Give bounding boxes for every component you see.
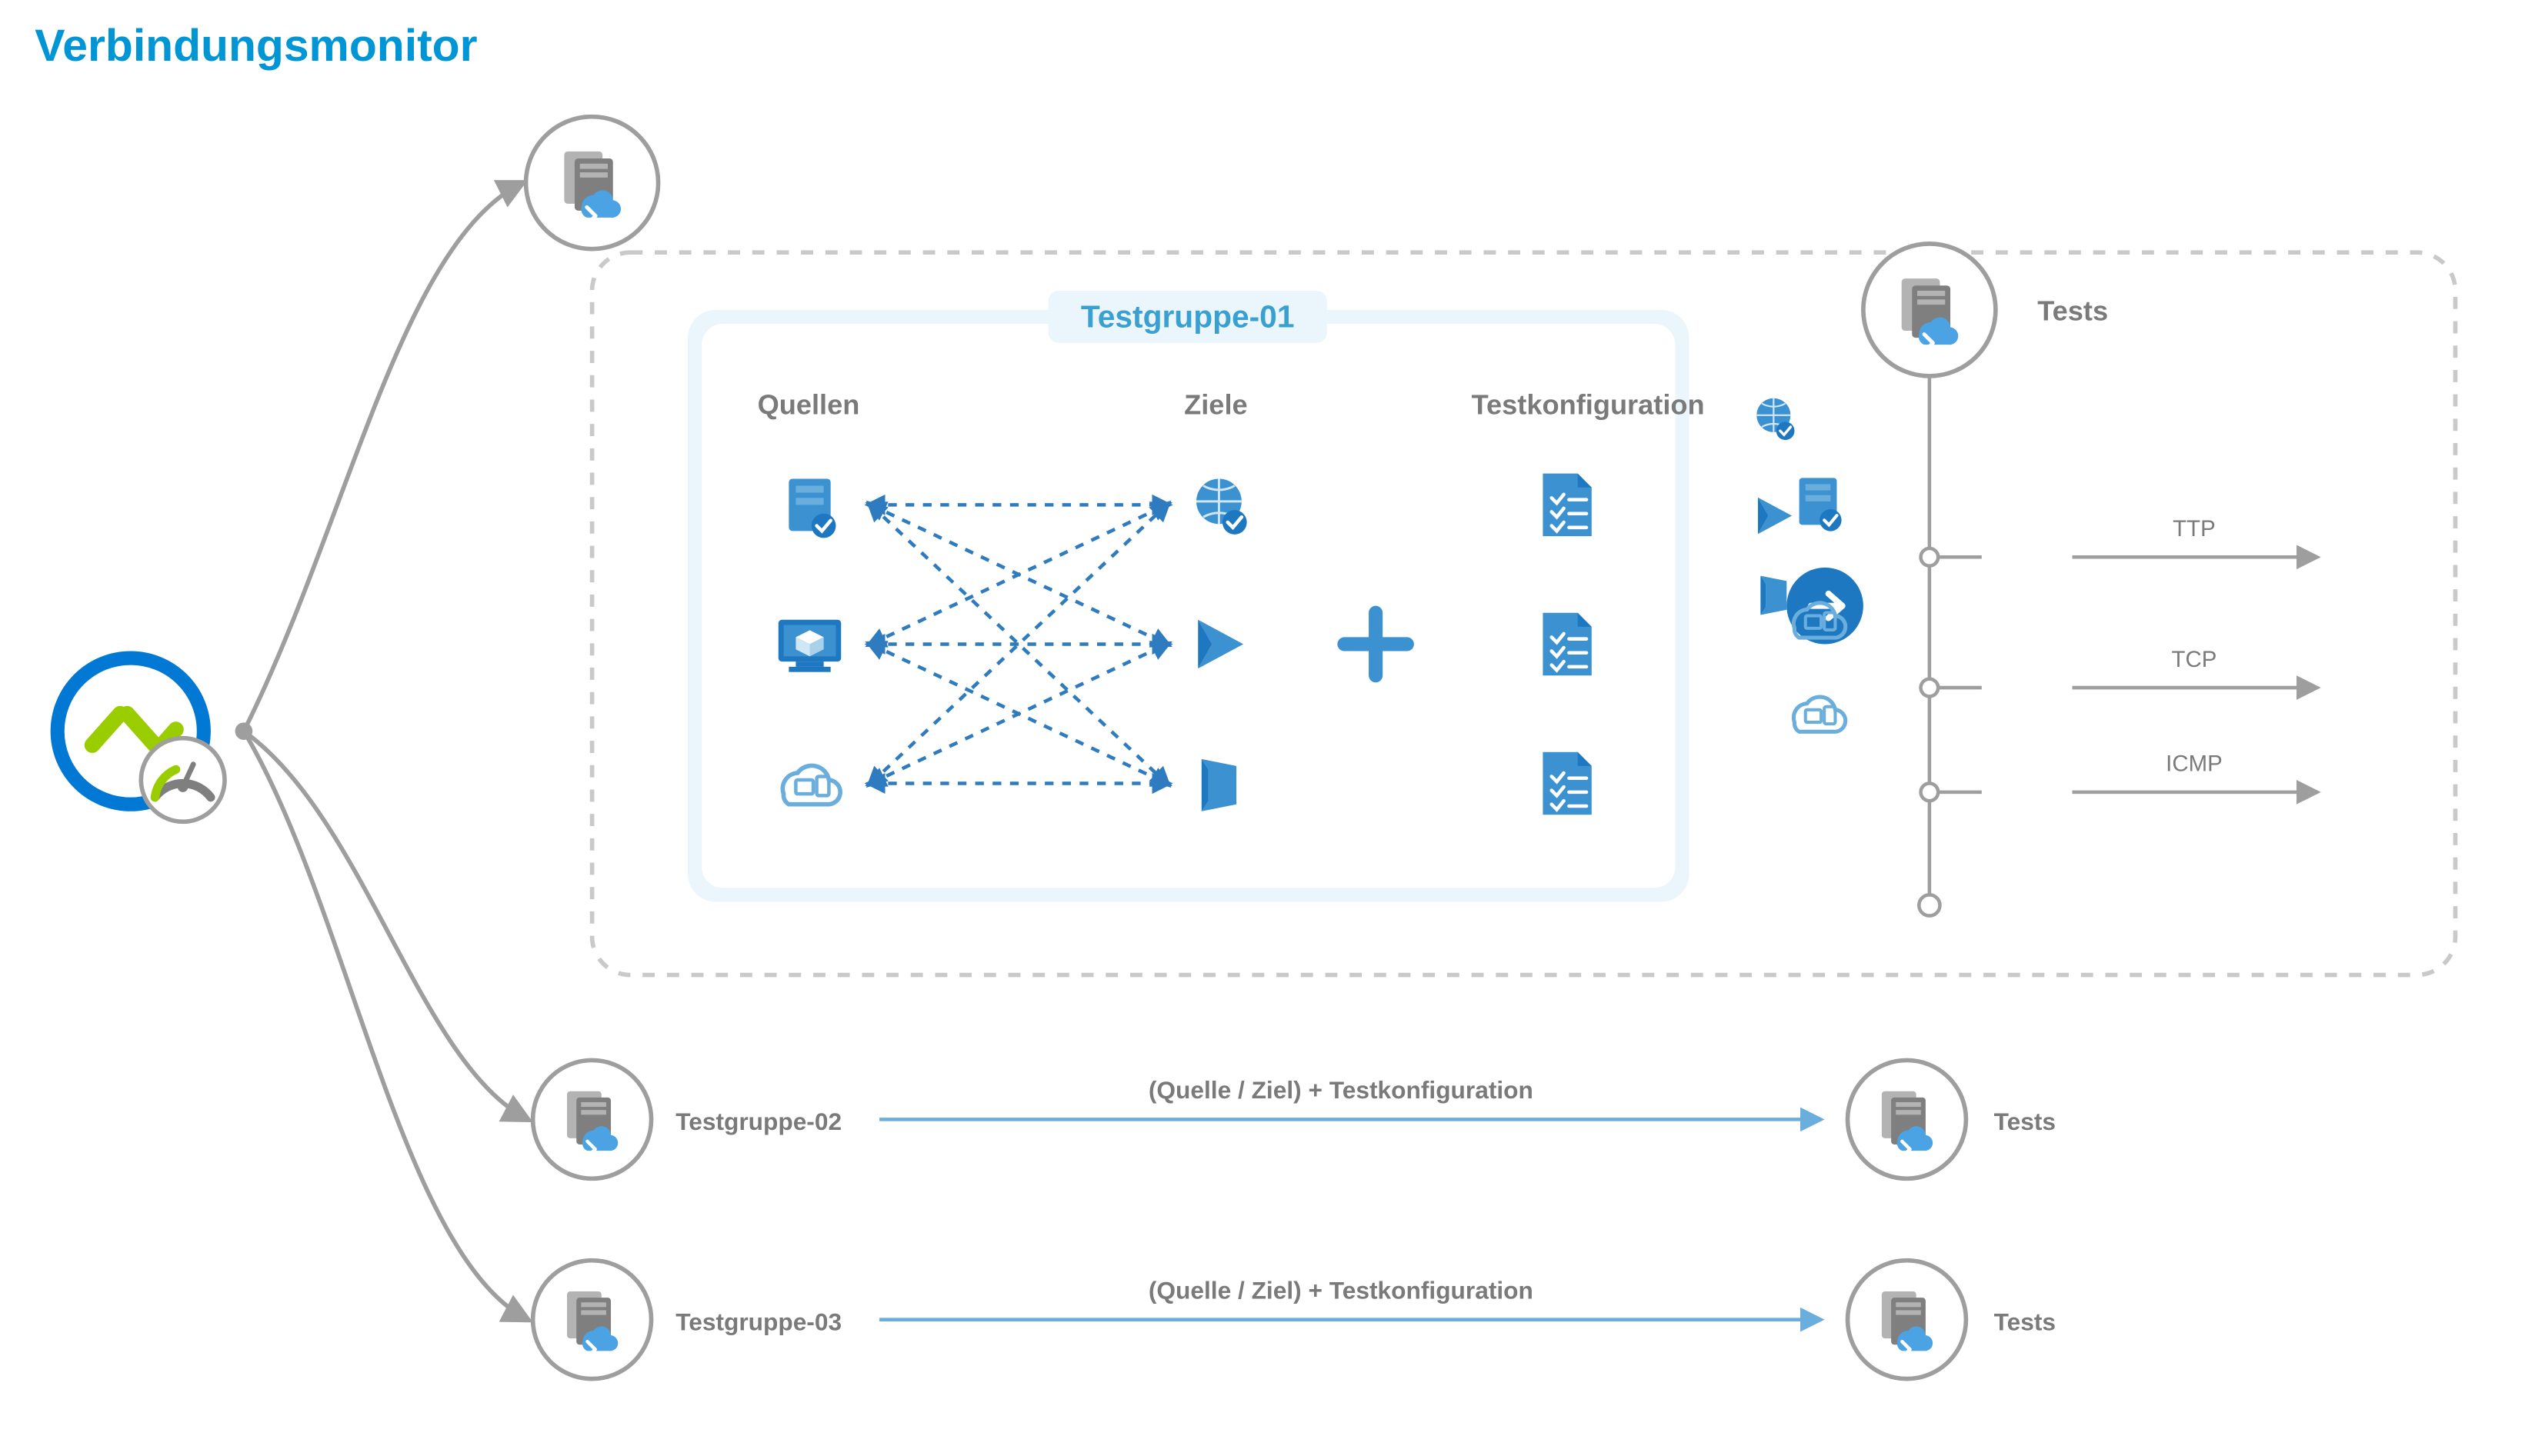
spine-end-dot [1919,895,1940,915]
targets-label: Ziele [1184,389,1248,421]
protocol-label-3: ICMP [2166,751,2223,777]
source-server-icon [789,478,836,538]
testgroup3-tests-label: Tests [1994,1308,2056,1335]
config-label: Testkonfiguration [1472,389,1705,421]
testgroup-2-row: Testgruppe-02 (Quelle / Ziel) + Testkonf… [533,1060,2056,1178]
testgroup2-tests-label: Tests [1994,1108,2056,1135]
diagram-canvas: Verbindungsmonitor Testgruppe-01 Quellen… [0,0,2525,1428]
testconfig-3-icon [1543,752,1591,815]
testgroup2-formula: (Quelle / Ziel) + Testkonfiguration [1149,1076,1533,1104]
test-target-globe-icon [1756,398,1794,440]
testgroup2-label: Testgruppe-02 [675,1108,842,1135]
protocol-label-1: TTP [2173,516,2216,541]
testgroup-1: Testgruppe-01 Quellen Ziele Testkonfigur… [526,117,2456,975]
test-source-cloud-icon [1793,697,1845,731]
branch-to-group3 [244,731,528,1320]
sources-label: Quellen [758,389,860,421]
arrow-right-circle-icon [1786,568,1863,645]
testgroup3-label: Testgruppe-03 [675,1308,842,1335]
testconfig-1-icon [1543,474,1591,536]
branch-to-group1 [244,183,522,731]
test-source-server-icon [1800,478,1842,531]
test-row-1: TTP [1756,398,2316,566]
target-office-icon [1202,759,1236,811]
testgroup1-title: Testgruppe-01 [1081,299,1295,335]
connection-monitor-icon [58,658,225,822]
page-title: Verbindungsmonitor [35,21,477,71]
branch-to-group2 [244,731,528,1120]
protocol-label-2: TCP [2172,647,2217,672]
testgroup-3-row: Testgruppe-03 (Quelle / Ziel) + Testkonf… [533,1261,2056,1379]
test-target-office-icon [1760,576,1786,615]
testgroup3-formula: (Quelle / Ziel) + Testkonfiguration [1149,1277,1533,1304]
tests-label: Tests [2037,295,2108,326]
test-target-dynamics-icon [1758,498,1792,535]
testconfig-2-icon [1543,613,1591,675]
